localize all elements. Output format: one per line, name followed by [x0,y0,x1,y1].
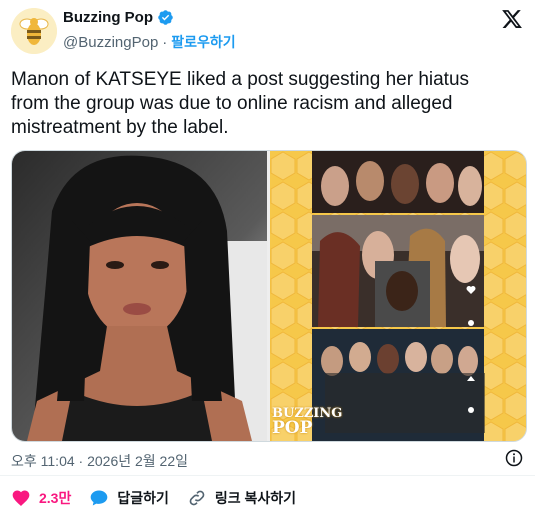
bee-icon [11,8,57,54]
tweet-actions: 2.3만 답글하기 링크 복사하기 [11,488,314,508]
copy-link-button[interactable]: 링크 복사하기 [187,488,296,508]
copy-link-label: 링크 복사하기 [214,490,297,506]
divider [0,475,535,476]
tweet-media[interactable]: BUZZING POP [11,150,527,442]
link-icon [189,490,205,506]
avatar[interactable] [11,8,57,54]
author-handle-row: @BuzzingPop · 팔로우하기 [63,32,236,52]
media-photo-left[interactable] [12,151,267,441]
watermark-bottom: POP [272,418,313,438]
x-logo-icon[interactable] [501,8,523,30]
like-button[interactable]: 2.3만 [11,488,71,508]
media-photo-right[interactable]: BUZZING POP [270,151,526,441]
info-icon[interactable] [505,449,523,467]
verified-badge-icon [158,10,173,25]
reply-label: 답글하기 [117,490,169,506]
heart-icon [12,490,30,506]
watermark-logo: BUZZING POP [272,407,342,438]
reply-bubble-icon [91,490,108,506]
follow-button[interactable]: 팔로우하기 [171,32,235,52]
portrait-image [12,151,267,441]
separator-dot: · [162,33,168,51]
author-handle[interactable]: @BuzzingPop [63,34,158,51]
author-display-name[interactable]: Buzzing Pop [63,9,153,26]
tweet-timestamp[interactable]: 오후 11:04 · 2026년 2월 22일 [11,451,188,471]
like-count: 2.3만 [39,490,72,506]
collage-image [270,151,526,441]
reply-button[interactable]: 답글하기 [89,488,169,508]
tweet-text: Manon of KATSEYE liked a post suggesting… [11,69,470,138]
author-name-row: Buzzing Pop [63,9,174,26]
